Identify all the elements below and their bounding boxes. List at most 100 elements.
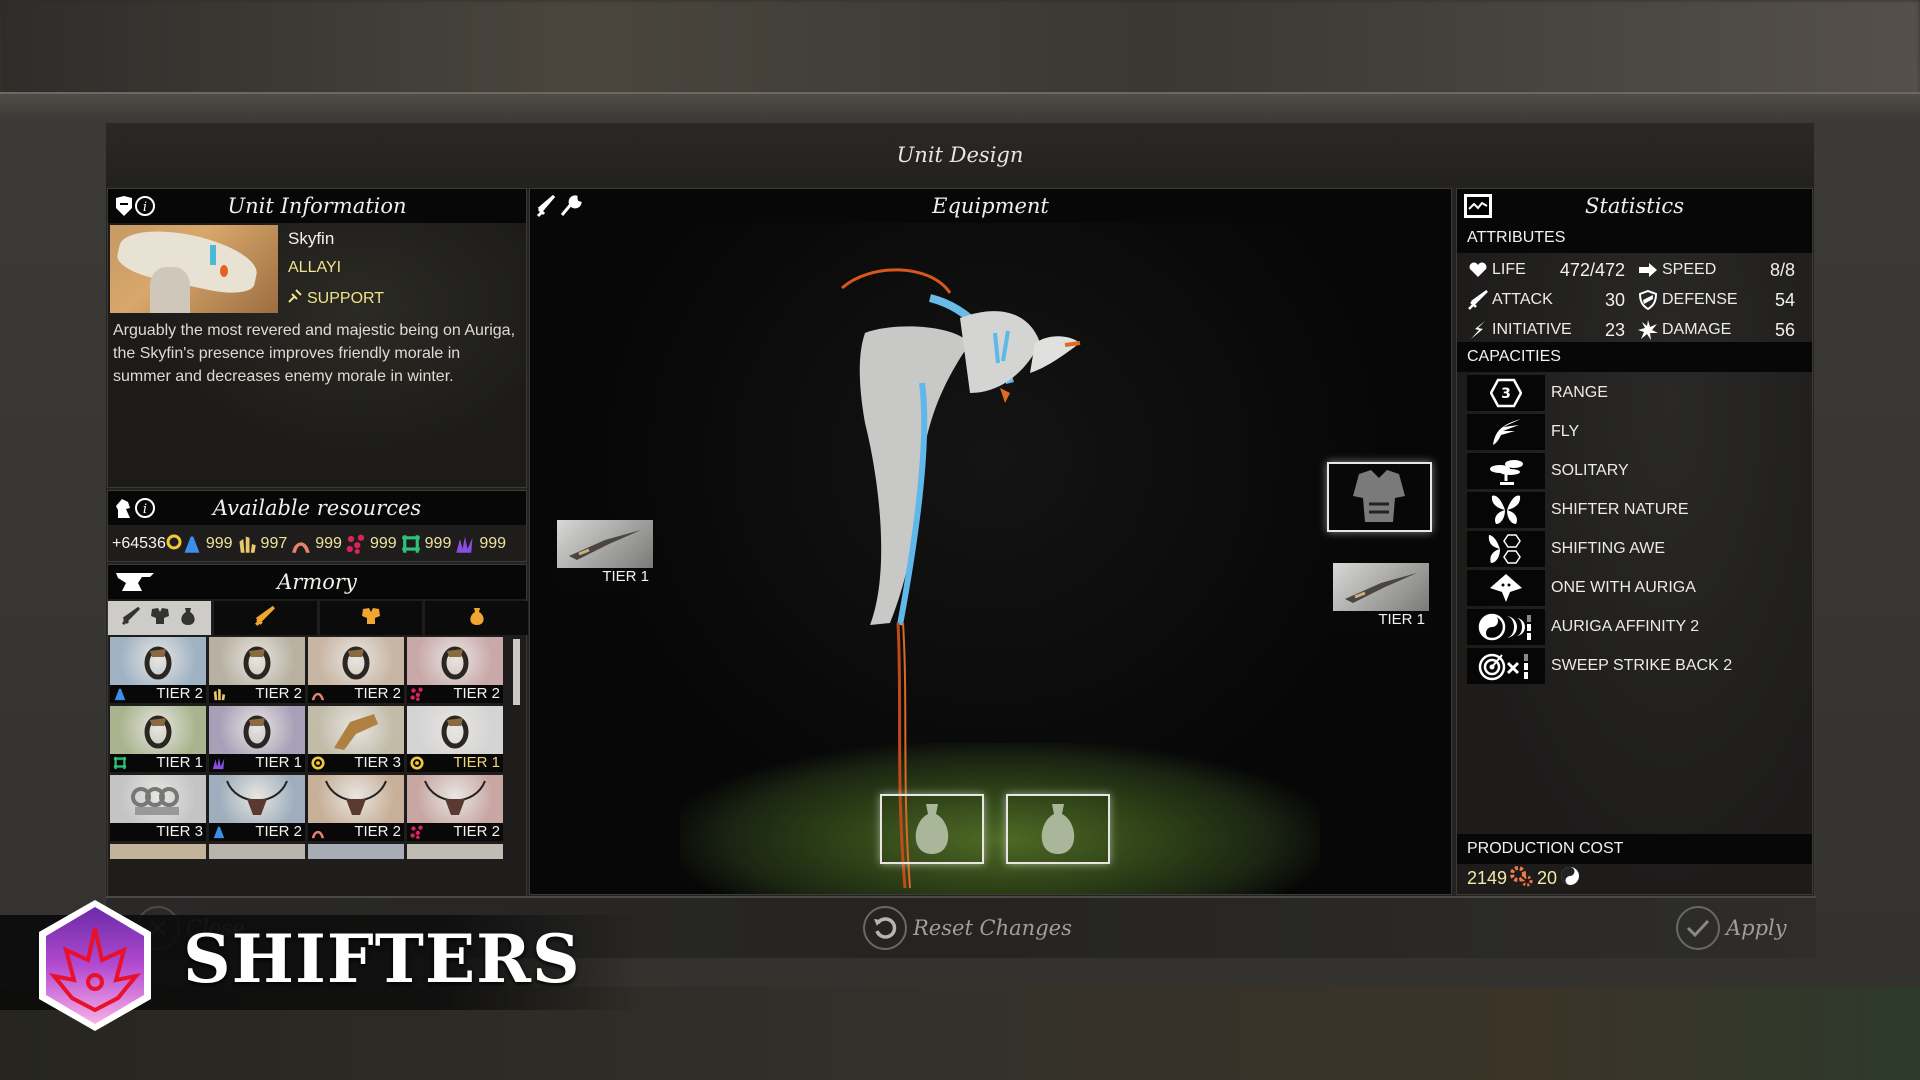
capacity-one-with-auriga[interactable]: ONE WITH AURIGA xyxy=(1467,568,1807,607)
attribute-life: LIFE 472/472 xyxy=(1467,260,1637,281)
armory-item[interactable]: TIER 2 xyxy=(209,775,305,841)
unit-design-dialog: Unit Design i Unit Information Skyfin AL… xyxy=(105,122,1816,958)
wing-icon xyxy=(1467,413,1545,450)
capacity-shifter-nature[interactable]: SHIFTER NATURE xyxy=(1467,490,1807,529)
attribute-value: 8/8 xyxy=(1769,259,1795,280)
armory-item[interactable] xyxy=(209,844,305,859)
checkmark-icon xyxy=(1676,906,1720,950)
capacity-name: ONE WITH AURIGA xyxy=(1551,578,1696,596)
attributes-label: ATTRIBUTES xyxy=(1457,223,1812,253)
attribute-name: SPEED xyxy=(1662,261,1717,278)
armory-item[interactable]: TIER 2 xyxy=(308,775,404,841)
accessory-slot-1[interactable] xyxy=(880,794,984,864)
unit-role-label: SUPPORT xyxy=(307,289,385,307)
pouch-icon xyxy=(468,606,486,631)
salmon-arc-icon xyxy=(311,687,325,701)
equipment-header: Equipment xyxy=(530,189,1451,223)
tab-accessories[interactable] xyxy=(425,601,528,635)
shifters-emblem-icon xyxy=(39,900,151,1031)
armory-tabs xyxy=(108,601,528,635)
helmet-info-icon[interactable]: i xyxy=(114,193,158,219)
capacity-solitary[interactable]: SOLITARY xyxy=(1467,451,1807,490)
armory-item[interactable] xyxy=(308,844,404,859)
apply-button[interactable]: Apply xyxy=(1676,906,1787,950)
apply-label: Apply xyxy=(1726,916,1787,940)
armory-item[interactable]: TIER 2 xyxy=(407,775,503,841)
capacity-name: SOLITARY xyxy=(1551,461,1629,479)
armory-item[interactable]: TIER 2 xyxy=(209,637,305,703)
capacity-range[interactable]: 3 RANGE xyxy=(1467,373,1807,412)
resource-value: 999 xyxy=(205,535,233,552)
sword-icon xyxy=(1467,290,1489,310)
industry-cost: 2149 xyxy=(1467,868,1508,888)
capacity-sweep-strike-back-2[interactable]: SWEEP STRIKE BACK 2 xyxy=(1467,646,1807,685)
necklace-image xyxy=(407,775,503,823)
armory-item[interactable]: TIER 2 xyxy=(110,637,206,703)
armory-scrollbar[interactable] xyxy=(513,639,520,705)
capacity-name: SHIFTING AWE xyxy=(1551,539,1666,557)
resources-row: +64536 999 997 999 999 999 999 xyxy=(112,529,510,559)
capacity-fly[interactable]: FLY xyxy=(1467,412,1807,451)
target-x-icon xyxy=(1467,647,1545,684)
stats-graph-icon xyxy=(1463,193,1493,219)
arrow-right-icon xyxy=(1637,262,1659,278)
pouch-icon xyxy=(915,804,949,854)
resource-item: 999 xyxy=(346,534,397,554)
accessory-slot-2[interactable] xyxy=(1006,794,1110,864)
unit-information-panel: i Unit Information Skyfin ALLAYI SUPPORT… xyxy=(107,188,527,488)
attributes-row: LIFE 472/472 SPEED 8/8 xyxy=(1467,255,1807,285)
unit-portrait xyxy=(110,225,278,313)
right-weapon-tier: TIER 1 xyxy=(1333,611,1429,629)
unit-3d-view[interactable]: TIER 1 TIER 1 xyxy=(530,223,1451,894)
chest-armor-icon xyxy=(1353,470,1405,522)
armory-item[interactable]: TIER 3 xyxy=(308,706,404,772)
armor-slot[interactable] xyxy=(1327,462,1432,532)
butterfly-moods-icon xyxy=(1467,530,1545,567)
attribute-value: 472/472 xyxy=(1559,259,1625,280)
armory-item[interactable]: TIER 2 xyxy=(407,637,503,703)
blue-crystal-icon xyxy=(212,825,226,839)
left-column: i Unit Information Skyfin ALLAYI SUPPORT… xyxy=(107,188,528,958)
resource-value: 997 xyxy=(260,535,288,552)
ring-image xyxy=(110,637,206,685)
capacity-auriga-affinity-2[interactable]: AURIGA AFFINITY 2 xyxy=(1467,607,1807,646)
knight-info-icon[interactable]: i xyxy=(114,495,158,521)
dust-icon xyxy=(166,534,182,555)
tab-all[interactable] xyxy=(108,601,211,635)
armory-item[interactable]: TIER 1 xyxy=(407,706,503,772)
tab-weapons[interactable] xyxy=(213,601,317,635)
blue-crystal-icon xyxy=(182,534,202,554)
armory-item[interactable] xyxy=(407,844,503,859)
armory-item[interactable]: TIER 1 xyxy=(209,706,305,772)
production-cost: 2149 20 xyxy=(1467,865,1581,892)
necklace-image xyxy=(209,775,305,823)
attribute-value: 23 xyxy=(1604,319,1625,340)
gold-wheat-icon xyxy=(212,687,226,701)
capacity-name: SWEEP STRIKE BACK 2 xyxy=(1551,656,1733,674)
ring-image xyxy=(110,706,206,754)
resource-item: 997 xyxy=(237,534,288,554)
resource-value: 999 xyxy=(424,535,452,552)
unit-name: Skyfin xyxy=(288,229,335,248)
bonsai-icon xyxy=(1467,452,1545,489)
population-icon xyxy=(1559,865,1581,892)
background-top xyxy=(0,0,1920,95)
available-resources-panel: i Available resources +64536 999 997 999 99… xyxy=(107,490,527,562)
armory-item[interactable]: TIER 2 xyxy=(308,637,404,703)
armory-item[interactable]: TIER 3 xyxy=(110,775,206,841)
right-weapon-slot[interactable]: TIER 1 xyxy=(1333,563,1429,629)
capacity-shifting-awe[interactable]: SHIFTING AWE xyxy=(1467,529,1807,568)
sword-icon xyxy=(121,606,141,631)
reset-changes-button[interactable]: Reset Changes xyxy=(863,906,1072,950)
green-frame-icon xyxy=(113,756,127,770)
armory-item[interactable] xyxy=(110,844,206,859)
attribute-initiative: INITIATIVE 23 xyxy=(1467,320,1637,341)
manta-icon xyxy=(1467,569,1545,606)
tab-armor[interactable] xyxy=(319,601,423,635)
equipment-title: Equipment xyxy=(932,194,1049,218)
armory-item[interactable]: TIER 1 xyxy=(110,706,206,772)
left-weapon-slot[interactable]: TIER 1 xyxy=(557,520,653,586)
resource-value: 999 xyxy=(479,535,507,552)
resource-item: 999 xyxy=(182,534,233,554)
reset-label: Reset Changes xyxy=(913,916,1072,940)
